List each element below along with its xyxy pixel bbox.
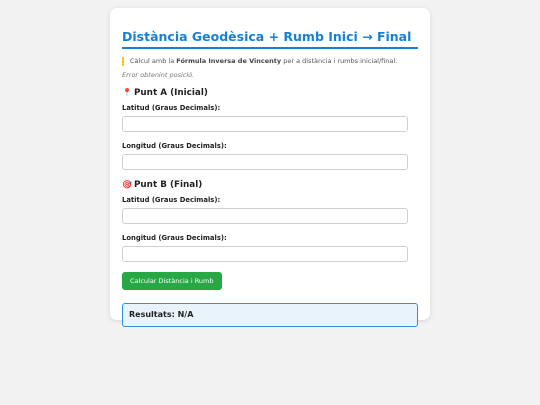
main-card: Distància Geodèsica + Rumb Inici → Final… (110, 8, 430, 327)
point-b-lat-label: Latitud (Graus Decimals): (122, 196, 221, 204)
info-note: Càlcul amb la Fórmula Inversa de Vincent… (122, 57, 418, 66)
point-a-heading: 📍 Punt A (Inicial) (122, 88, 418, 98)
error-message: Error obtenint posició. (122, 71, 195, 79)
point-b-heading: 🎯 Punt B (Final) (122, 180, 418, 190)
point-a-lon-input[interactable] (122, 154, 408, 170)
pin-icon: 📍 (122, 88, 132, 97)
results-box: Resultats: N/A (122, 303, 418, 327)
point-a-heading-text: Punt A (Inicial) (133, 88, 208, 98)
point-a-lat-label: Latitud (Graus Decimals): (122, 104, 221, 112)
point-b-lon-label: Longitud (Graus Decimals): (122, 234, 227, 242)
page-title: Distància Geodèsica + Rumb Inici → Final (122, 8, 418, 49)
point-a-lon-label: Longitud (Graus Decimals): (122, 142, 227, 150)
point-b-lon-input[interactable] (122, 246, 408, 262)
point-a-lat-input[interactable] (122, 116, 408, 132)
note-suffix: per a distància i rumbs inicial/final. (281, 57, 398, 65)
point-b-lat-input[interactable] (122, 208, 408, 224)
target-icon: 🎯 (122, 180, 132, 189)
calculate-button[interactable]: Calcular Distància i Rumb (122, 272, 222, 290)
note-prefix: Càlcul amb la (130, 57, 177, 65)
point-b-heading-text: Punt B (Final) (133, 180, 203, 190)
note-bold: Fórmula Inversa de Vincenty (176, 57, 282, 65)
